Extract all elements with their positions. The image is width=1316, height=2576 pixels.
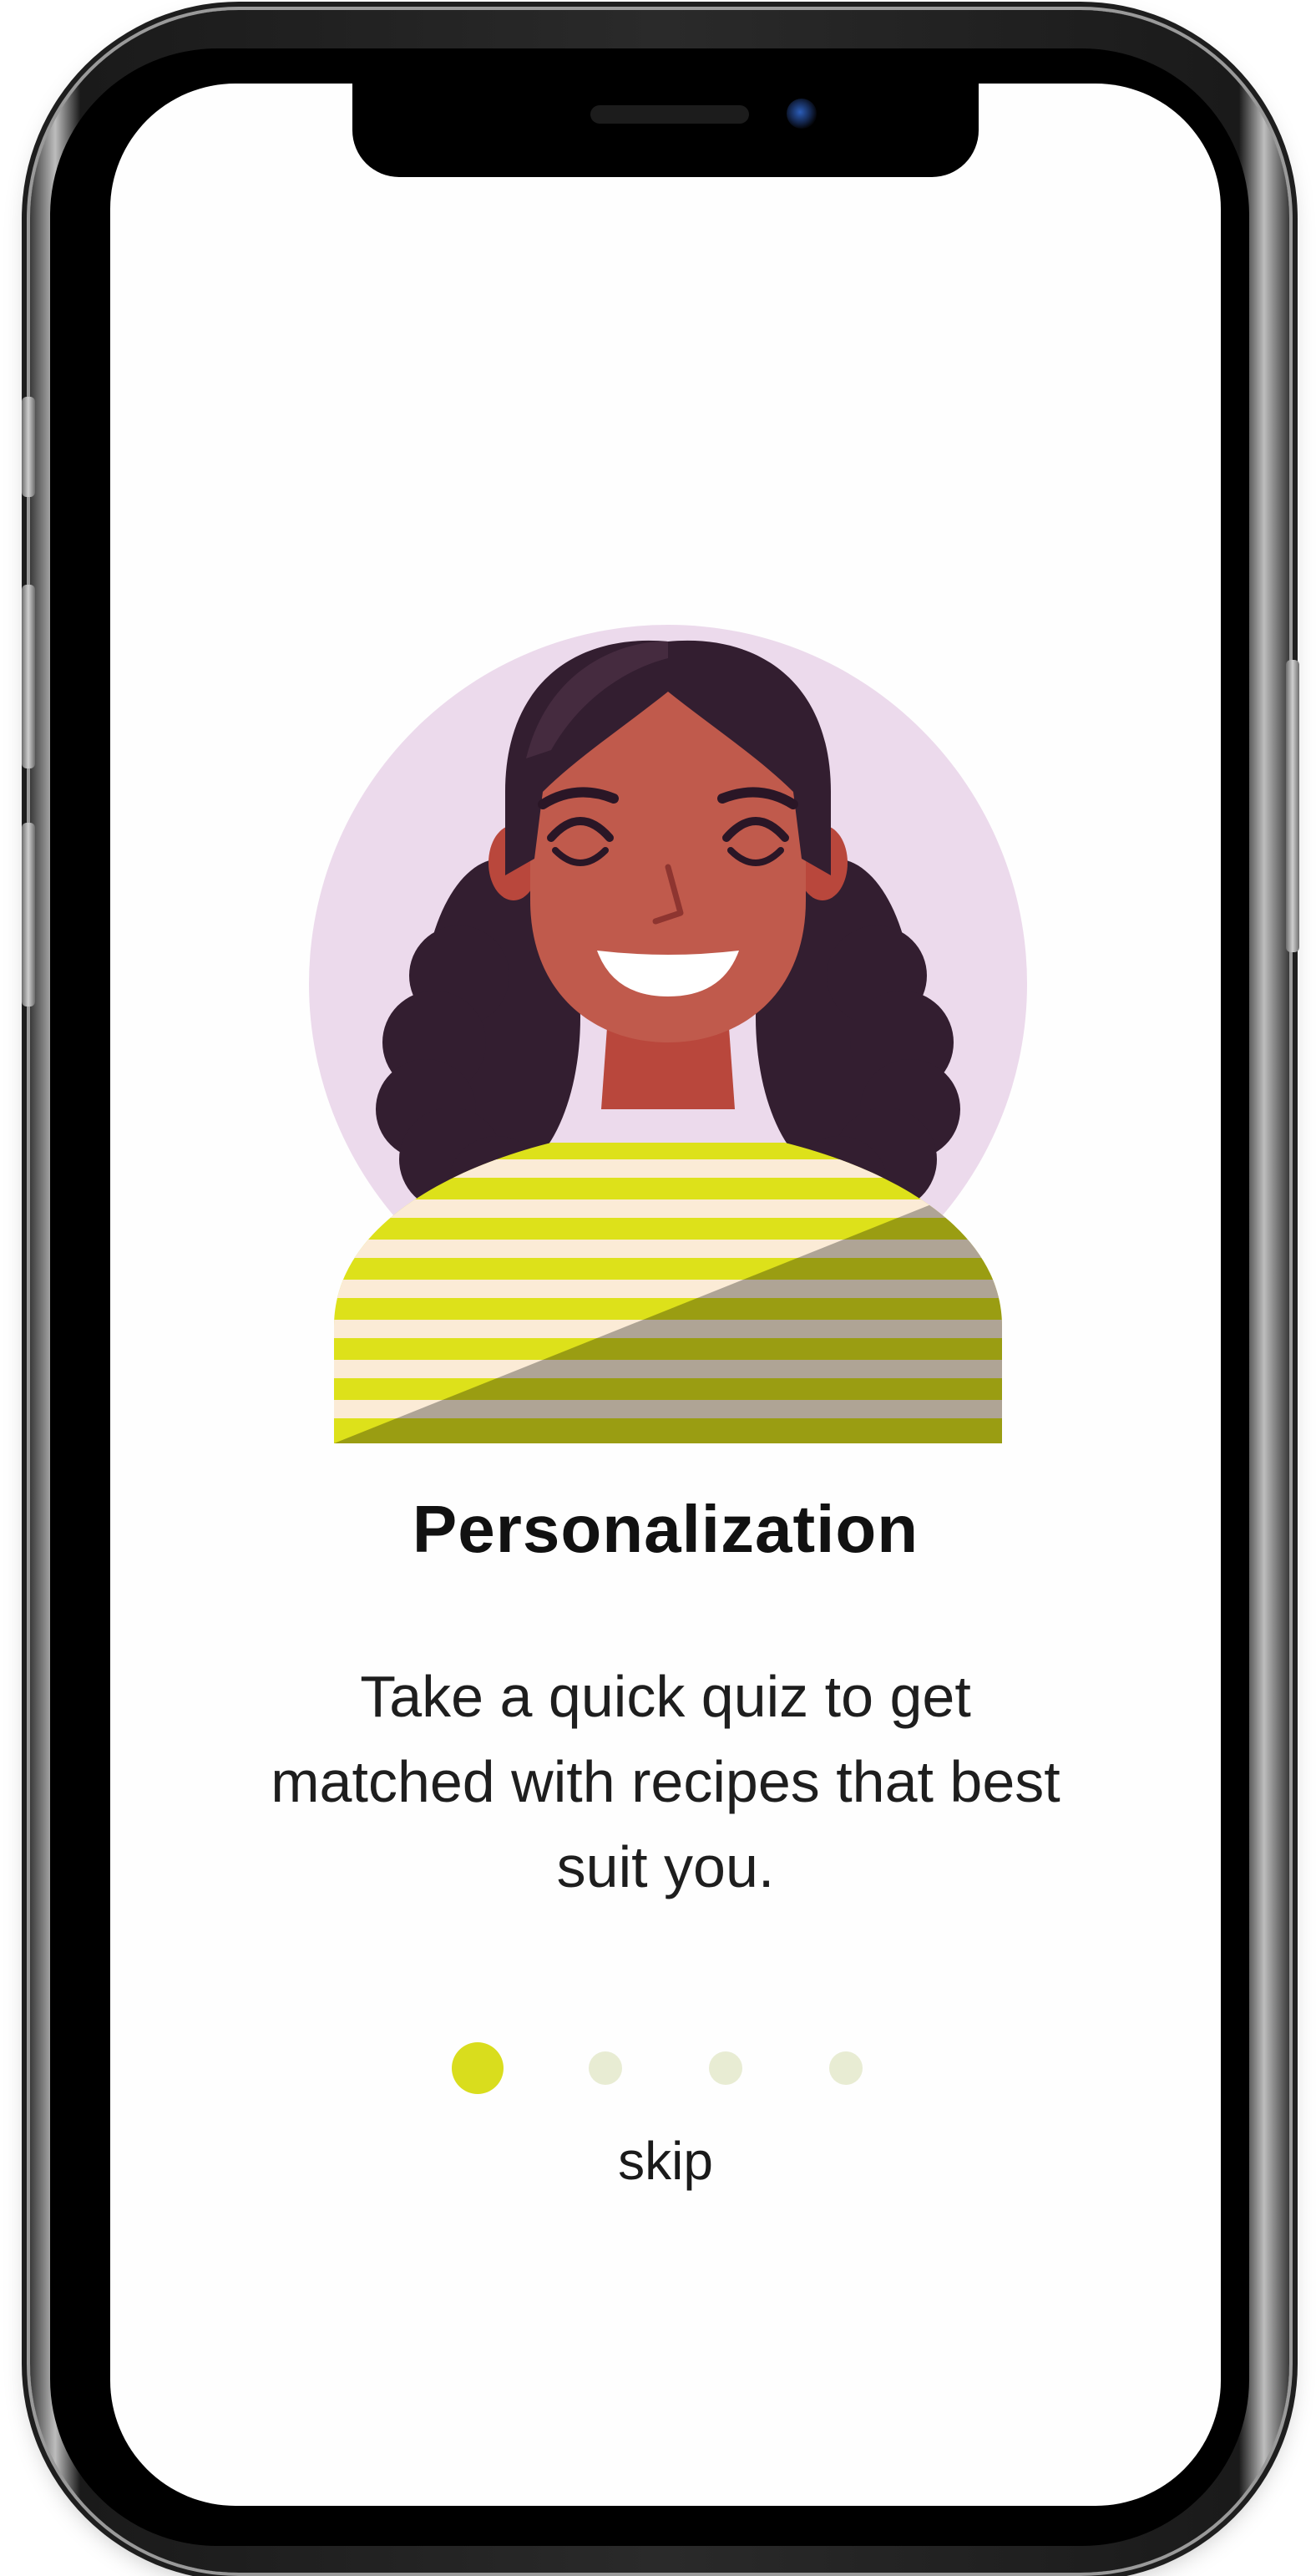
page-dot-2[interactable] <box>589 2051 622 2085</box>
power-button <box>1286 660 1299 952</box>
page-description: Take a quick quiz to get matched with re… <box>271 1664 1060 1899</box>
front-camera <box>787 99 817 129</box>
mute-switch <box>22 397 35 497</box>
volume-up-button <box>22 585 35 768</box>
page-dot-3[interactable] <box>709 2051 742 2085</box>
skip-button[interactable]: skip <box>582 2130 749 2192</box>
page-dot-1-active[interactable] <box>452 2042 504 2094</box>
notch <box>352 84 979 177</box>
woman-avatar-illustration <box>309 625 1027 1443</box>
volume-down-button <box>22 823 35 1007</box>
speaker-grille <box>590 105 749 124</box>
page-title: Personalization <box>412 1492 919 1566</box>
page-indicator <box>110 2038 1221 2105</box>
onboarding-screen: Personalization Take a quick quiz to get… <box>110 84 1221 2506</box>
page-dot-4[interactable] <box>829 2051 863 2085</box>
phone-mockup: Personalization Take a quick quiz to get… <box>0 0 1316 2576</box>
